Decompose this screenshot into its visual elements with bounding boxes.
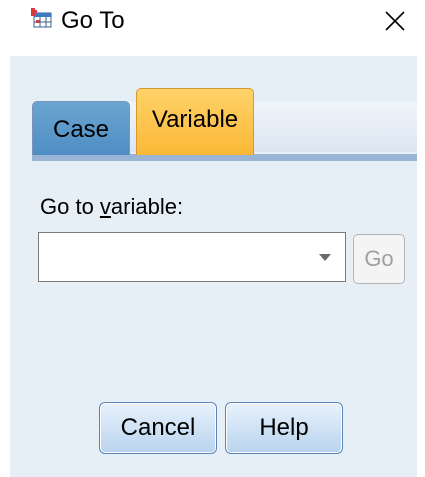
label-text-start: Go to	[40, 194, 100, 219]
close-x-icon[interactable]	[378, 4, 412, 38]
title-bar: Go To	[0, 0, 425, 45]
variable-combobox[interactable]	[38, 232, 346, 282]
go-to-dialog: Go To Case Variable Go to variable: Go C…	[0, 0, 425, 477]
tab-strip: Case Variable	[32, 88, 417, 161]
label-text-end: ariable:	[110, 194, 184, 219]
go-button[interactable]: Go	[353, 234, 405, 284]
spss-data-grid-icon	[31, 8, 52, 28]
tab-case[interactable]: Case	[32, 101, 130, 155]
dialog-body: Case Variable Go to variable: Go Cancel …	[10, 56, 417, 477]
dialog-title: Go To	[61, 7, 125, 34]
cancel-button[interactable]: Cancel	[99, 402, 217, 454]
tab-variable[interactable]: Variable	[136, 88, 254, 155]
dropdown-arrow-icon[interactable]	[305, 233, 345, 281]
help-button[interactable]: Help	[225, 402, 343, 454]
label-mnemonic: v	[99, 194, 111, 219]
go-to-variable-label: Go to variable:	[40, 194, 183, 220]
